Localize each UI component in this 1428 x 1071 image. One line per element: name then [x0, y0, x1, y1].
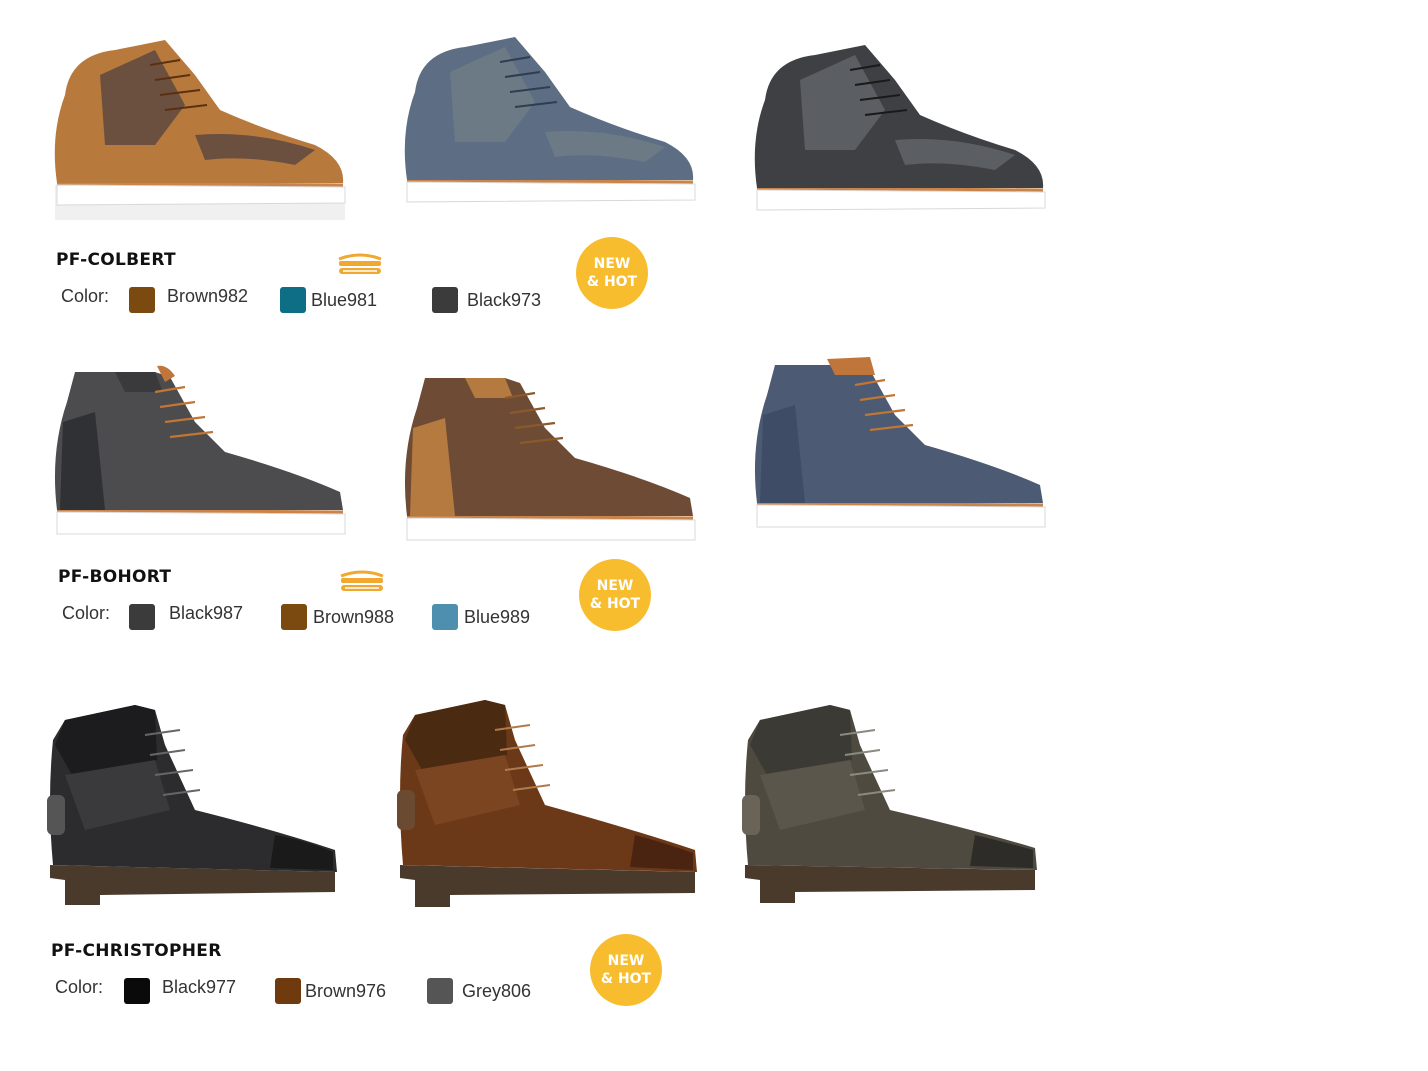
color-label: Color: — [55, 977, 104, 997]
color-name: Black977 — [162, 977, 237, 997]
grey-leather-boot-icon[interactable] — [740, 700, 1045, 915]
color-swatch-brown[interactable] — [275, 978, 301, 1004]
badge-line2: & HOT — [600, 971, 652, 987]
black-leather-boot-icon[interactable] — [45, 700, 345, 915]
new-hot-badge: NEW & HOT — [590, 934, 662, 1006]
model-name-christopher: PF-CHRISTOPHER — [51, 941, 222, 961]
color-row: Color: Black977 Brown976 Grey806 — [0, 974, 600, 1008]
color-swatch-grey[interactable] — [427, 978, 453, 1004]
color-name: Grey806 — [462, 981, 532, 1001]
brown-leather-boot-icon[interactable] — [395, 695, 705, 920]
color-swatch-black[interactable] — [124, 978, 150, 1004]
badge-line1: NEW — [607, 953, 645, 969]
product-section-christopher: PF-CHRISTOPHER Color: Black977 Brown976 … — [0, 0, 1100, 1071]
color-name: Brown976 — [305, 981, 387, 1001]
